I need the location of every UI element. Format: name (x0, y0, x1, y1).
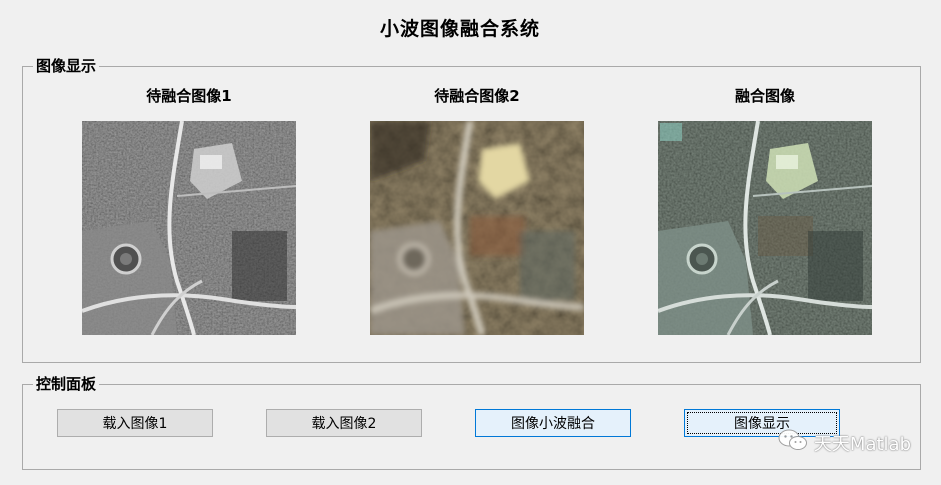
window-title: 小波图像融合系统 (379, 18, 540, 40)
control-panel: 控制面板 载入图像1 载入图像2 图像小波融合 图像显示 (22, 374, 921, 470)
wechat-icon (778, 428, 808, 457)
source-image-1-title: 待融合图像1 (146, 87, 232, 105)
source-image-1 (82, 121, 296, 335)
load-image-1-button[interactable]: 载入图像1 (57, 409, 213, 437)
control-panel-legend: 控制面板 (33, 374, 100, 394)
watermark-text: 天天Matlab (813, 433, 911, 455)
source-image-2-title: 待融合图像2 (434, 87, 520, 105)
fused-image-title: 融合图像 (734, 87, 795, 105)
source-image-2 (370, 121, 584, 335)
image-panel-legend: 图像显示 (33, 56, 100, 76)
wavelet-fusion-button[interactable]: 图像小波融合 (475, 409, 631, 437)
load-image-2-button[interactable]: 载入图像2 (266, 409, 422, 437)
fused-image (658, 121, 872, 335)
image-display-panel: 图像显示 待融合图像1 待融合图像2 融合图像 (22, 56, 921, 363)
watermark: 天天Matlab (778, 428, 911, 457)
